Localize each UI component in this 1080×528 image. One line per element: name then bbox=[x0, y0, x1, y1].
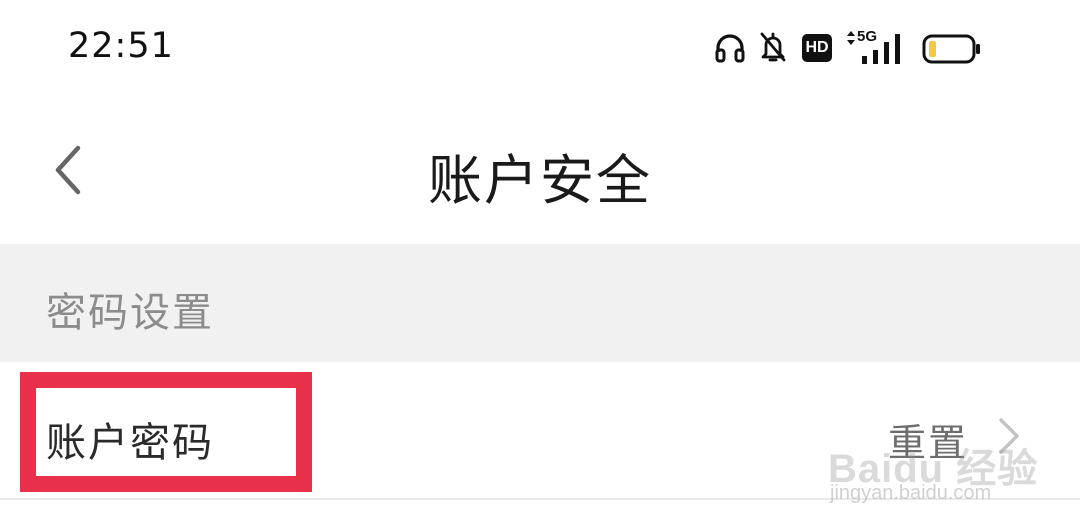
hd-icon: HD bbox=[802, 34, 832, 62]
baidu-watermark: Baidu 经验 jingyan.baidu.com bbox=[828, 436, 1048, 516]
signal-bars-icon bbox=[862, 34, 900, 64]
section-header: 密码设置 bbox=[0, 244, 1080, 362]
data-arrows-icon bbox=[847, 31, 855, 45]
hd-label: HD bbox=[805, 39, 829, 56]
watermark-url: jingyan.baidu.com bbox=[830, 482, 992, 504]
nav-bar: 账户安全 bbox=[0, 96, 1080, 244]
headset-icon bbox=[715, 34, 745, 63]
mute-bell-icon bbox=[760, 32, 786, 62]
battery-icon bbox=[922, 34, 980, 64]
screen: 22:51 HD 5G 账户安全 密码设置 账户密码 重置 Baidu 经验 j… bbox=[0, 0, 1080, 528]
page-title: 账户安全 bbox=[428, 149, 652, 212]
section-label: 密码设置 bbox=[46, 290, 214, 336]
status-icons: HD 5G bbox=[714, 28, 1014, 68]
status-bar: 22:51 HD 5G bbox=[0, 0, 1080, 96]
status-time: 22:51 bbox=[68, 26, 174, 66]
5g-signal-icon: 5G bbox=[846, 28, 906, 68]
highlight-box bbox=[20, 372, 312, 492]
